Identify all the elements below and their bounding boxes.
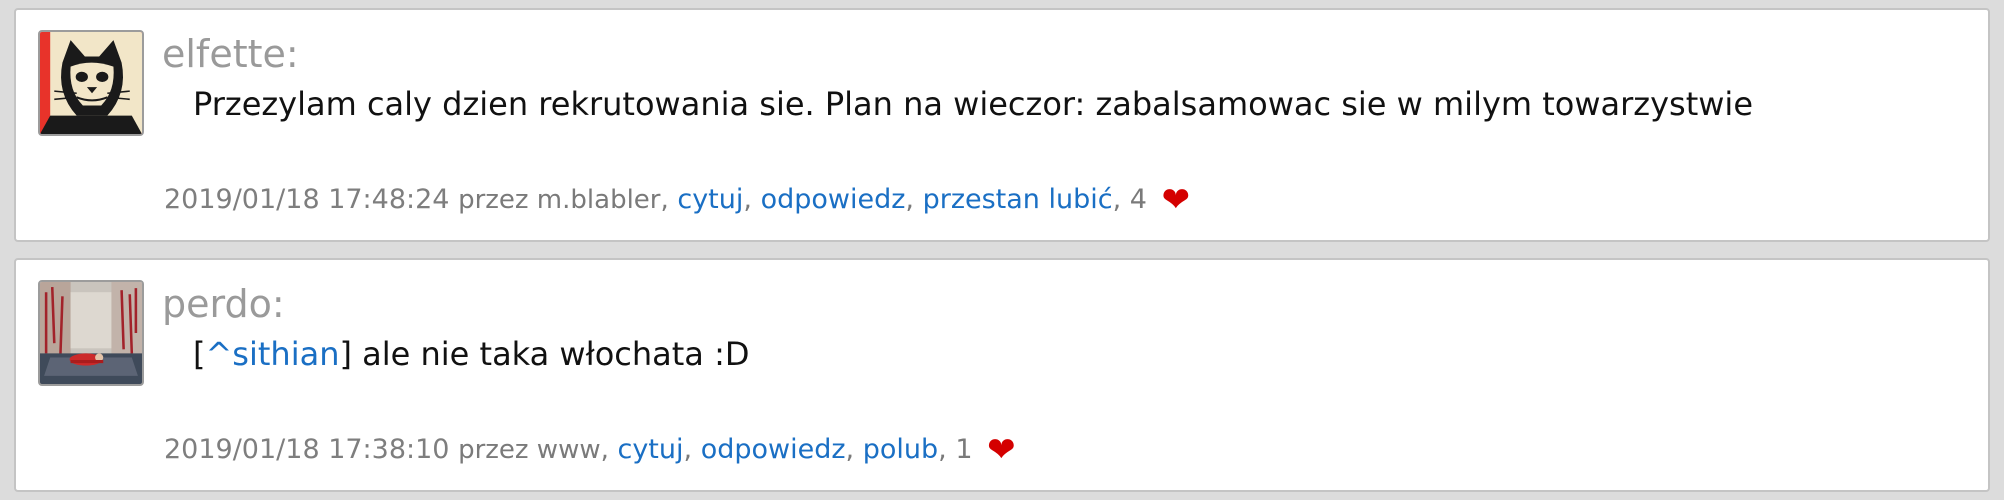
message-text: ] ale nie taka włochata :D: [339, 335, 750, 373]
post-source: przez m.blabler,: [458, 185, 669, 215]
post-author[interactable]: perdo:: [162, 280, 285, 328]
message-prefix: [: [193, 335, 206, 373]
post-meta: 2019/01/18 17:48:24 przez m.blabler, cyt…: [164, 180, 1191, 220]
quote-link[interactable]: cytuj: [677, 184, 743, 215]
post-meta: 2019/01/18 17:38:10 przez www, cytuj, od…: [164, 430, 1016, 470]
like-link[interactable]: polub: [863, 434, 938, 465]
cat-avatar-icon: [40, 32, 142, 134]
reply-link[interactable]: odpowiedz: [761, 184, 906, 215]
post-feed: elfette: Przezylam caly dzien rekrutowan…: [0, 0, 2004, 500]
room-photo-avatar-icon: [40, 282, 142, 384]
unlike-link[interactable]: przestan lubić: [923, 184, 1113, 215]
post-timestamp[interactable]: 2019/01/18 17:48:24: [164, 184, 449, 215]
post-author[interactable]: elfette:: [162, 30, 299, 78]
post-message: Przezylam caly dzien rekrutowania sie. P…: [193, 85, 1753, 123]
quote-link[interactable]: cytuj: [617, 434, 683, 465]
like-count: 1: [955, 434, 973, 465]
avatar[interactable]: [38, 30, 144, 136]
post-timestamp[interactable]: 2019/01/18 17:38:10: [164, 434, 449, 465]
avatar[interactable]: [38, 280, 144, 386]
reply-link[interactable]: odpowiedz: [701, 434, 846, 465]
like-count: 4: [1129, 184, 1147, 215]
post-card: elfette: Przezylam caly dzien rekrutowan…: [14, 8, 1990, 242]
heart-icon: ❤: [987, 430, 1016, 470]
post-message: [^sithian] ale nie taka włochata :D: [193, 332, 750, 376]
heart-icon: ❤: [1161, 180, 1191, 220]
user-mention-link[interactable]: ^sithian: [205, 335, 339, 373]
post-card: perdo: [^sithian] ale nie taka włochata …: [14, 258, 1990, 492]
post-source: przez www,: [458, 435, 609, 465]
